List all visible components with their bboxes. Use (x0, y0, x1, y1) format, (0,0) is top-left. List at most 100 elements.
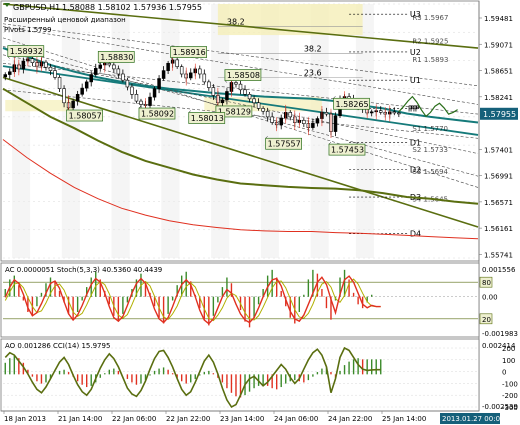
last-price-label: 1.57955 (483, 110, 516, 119)
candle-body (302, 119, 306, 124)
candle-body (369, 111, 374, 114)
candle-body (256, 102, 261, 109)
cci-level-label: 200 (502, 345, 515, 353)
candle-body (84, 81, 89, 89)
candle-body (378, 110, 383, 113)
range-label: Расширенный ценовой диапазон (4, 16, 126, 24)
candle-body (53, 70, 57, 78)
time-tick-label: 24 Jan 22:00 (328, 415, 372, 423)
candle-body (211, 87, 216, 96)
candle-body (121, 73, 125, 81)
candle-body (21, 60, 26, 70)
ac-tick-label: -0.001983 (482, 330, 518, 338)
price-tick-label: 1.59071 (484, 41, 513, 49)
candle-body (116, 68, 121, 75)
cci-level-label: -100 (502, 380, 518, 388)
candle-body (179, 66, 184, 75)
fib-label: 23.6 (304, 68, 322, 77)
candle-body (188, 72, 193, 79)
candle-body (3, 74, 8, 78)
trading-chart: 38.238.223.6 R3 1.5967R2 1.5925R1 1.5893… (0, 0, 520, 425)
ao-cci-panel[interactable]: AO 0.001286 CCI(14) 15.9795 (0, 338, 480, 412)
candle-body (324, 112, 329, 115)
price-tick-label: 1.58651 (484, 68, 513, 76)
candle-body (166, 62, 170, 71)
candle-body (252, 98, 256, 104)
price-label: 1.58932 (10, 47, 43, 56)
time-tick-label: 18 Jan 2013 (4, 415, 46, 423)
candle-body (93, 68, 98, 75)
candle-body (134, 94, 139, 102)
candle-body (57, 77, 62, 89)
candle-body (333, 115, 338, 132)
price-label: 1.57557 (268, 140, 301, 149)
time-tick-label: 24 Jan 06:00 (274, 415, 318, 423)
cci-level-label: 0 (502, 369, 506, 377)
session-band (260, 4, 279, 258)
candle-body (288, 112, 293, 118)
pp-label: PP (408, 104, 418, 113)
price-panel[interactable]: 38.238.223.6 R3 1.5967R2 1.5925R1 1.5893… (0, 0, 480, 262)
price-label: 1.58830 (100, 53, 133, 62)
session-band (61, 4, 80, 258)
candle-body (234, 82, 238, 85)
candle-body (75, 94, 80, 102)
price-label: 1.58057 (69, 112, 102, 121)
price-tick-label: 1.56161 (484, 225, 513, 233)
candle-body (207, 81, 211, 88)
candle-body (71, 100, 75, 109)
pivot-label-u2: U2 (410, 48, 421, 57)
stoch-level-label: 20 (482, 316, 491, 324)
pivot-label-d2: D2 (410, 165, 421, 174)
candle-body (130, 86, 134, 95)
price-label: 1.57453 (331, 146, 364, 155)
candle-body (175, 59, 179, 67)
pivot-label-d4: D4 (410, 230, 421, 239)
candle-body (157, 78, 161, 89)
candle-body (8, 71, 12, 75)
candle-body (152, 88, 157, 98)
price-label: 1.58013 (191, 114, 224, 123)
candle-body (311, 122, 315, 128)
price-label: 1.58508 (227, 71, 260, 80)
pivot-faint-label: S1 1.5770 (412, 125, 448, 133)
price-tick-label: 1.58241 (484, 94, 513, 102)
candle-body (279, 117, 283, 126)
fib-label: 38.2 (304, 45, 322, 54)
session-band (355, 4, 374, 258)
price-tick-label: 1.59481 (484, 15, 513, 23)
ac-stoch-panel[interactable]: AC 0.0000051 Stoch(5,3,3) 40.5360 40.443… (0, 262, 480, 338)
candle-body (112, 64, 116, 70)
candle-body (261, 108, 265, 112)
last-time-label: 2013.01.27 00:00 (442, 415, 504, 423)
candle-body (220, 99, 225, 104)
candle-body (397, 112, 401, 115)
time-tick-label: 25 Jan 14:00 (382, 415, 426, 423)
candle-body (225, 91, 229, 101)
candle-body (80, 87, 84, 95)
ac-tick-label: 0.00 (482, 294, 498, 302)
ao-cci-header: AO 0.001286 CCI(14) 15.9795 (5, 342, 110, 350)
price-tick-label: 1.56571 (484, 199, 513, 207)
candle-body (315, 118, 320, 124)
session-band (12, 4, 31, 258)
candle-body (48, 66, 53, 71)
candle-body (107, 62, 112, 66)
ac-stoch-header: AC 0.0000051 Stoch(5,3,3) 40.5360 40.443… (5, 266, 162, 274)
candle-body (198, 68, 202, 75)
candle-body (161, 70, 166, 79)
price-tick-label: 1.55741 (484, 251, 513, 259)
session-band (211, 4, 230, 258)
time-tick-label: 22 Jan 06:00 (112, 415, 156, 423)
candle-body (243, 89, 247, 95)
pivot-label-d1: D1 (410, 138, 421, 147)
candle-body (202, 73, 207, 83)
candle-body (125, 79, 130, 88)
candle-body (392, 111, 397, 114)
candle-body (89, 74, 93, 83)
pivot-label-u3: U3 (410, 10, 421, 19)
candle-body (98, 64, 103, 69)
cci-level-label: 100 (502, 357, 515, 365)
time-tick-label: 22 Jan 22:00 (166, 415, 210, 423)
stoch-level-label: 80 (482, 279, 491, 287)
